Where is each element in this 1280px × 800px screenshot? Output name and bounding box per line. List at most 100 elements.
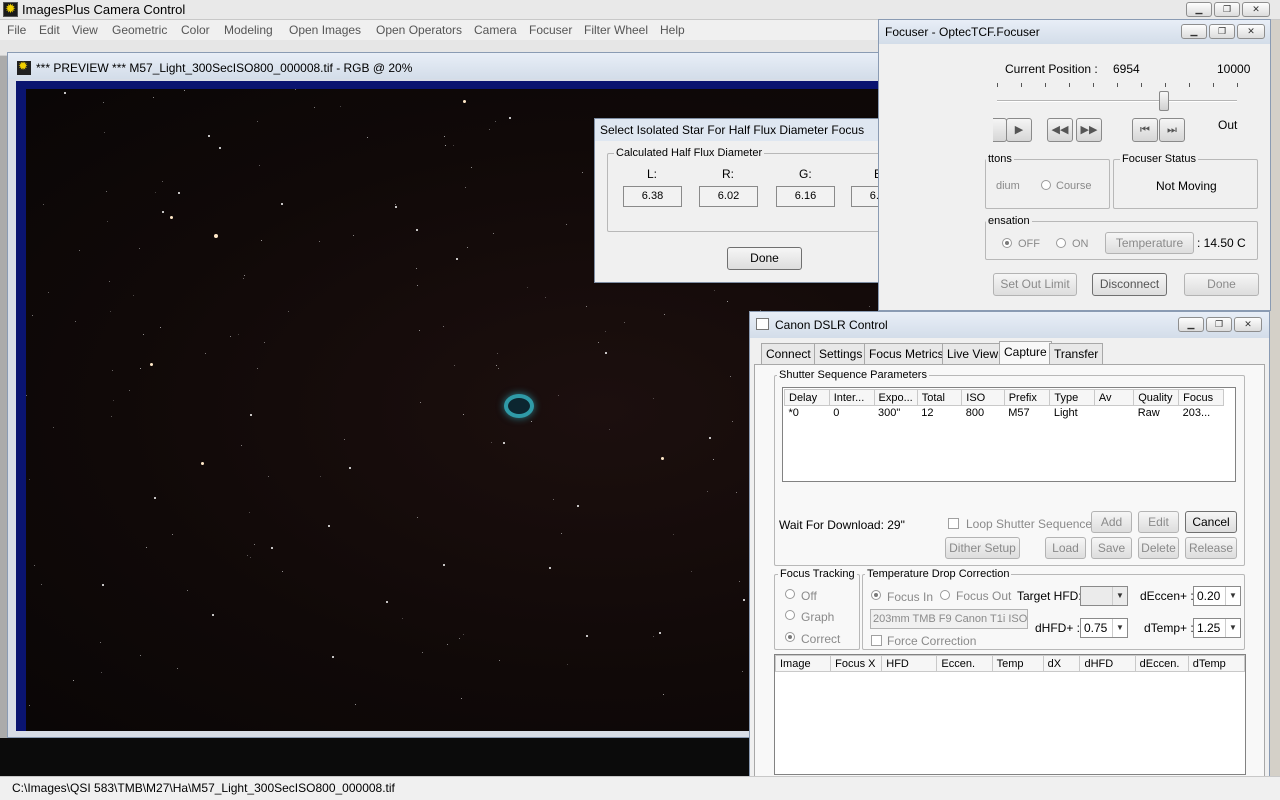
seq-column-header[interactable]: Av	[1093, 389, 1135, 406]
set-out-limit-button[interactable]: Set Out Limit	[993, 273, 1077, 296]
load-button[interactable]: Load	[1045, 537, 1086, 559]
menu-help[interactable]: Help	[660, 23, 685, 37]
maximize-icon[interactable]: ❐	[1206, 317, 1232, 332]
menu-focuser[interactable]: Focuser	[529, 23, 572, 37]
focuser-title-bar[interactable]: Focuser - OptecTCF.Focuser ▁ ❐ ✕	[879, 20, 1270, 44]
disconnect-button[interactable]: Disconnect	[1092, 273, 1167, 296]
metric-column-header[interactable]: dHFD	[1079, 655, 1136, 672]
seq-column-header[interactable]: Focus	[1178, 389, 1224, 406]
tab-capture[interactable]: Capture	[999, 341, 1052, 365]
deccen-select[interactable]: 0.20 ▼	[1193, 586, 1241, 606]
preview-title-bar[interactable]: *** PREVIEW *** M57_Light_300SecISO800_0…	[8, 53, 995, 79]
force-correction-label[interactable]: Force Correction	[887, 634, 976, 648]
metrics-table[interactable]: Image Focus X HFD Eccen. Temp dX dHFD dEccen. dT…	[774, 655, 1246, 672]
close-icon[interactable]: ✕	[1234, 317, 1262, 332]
radio-ft-off[interactable]	[785, 589, 795, 599]
seq-column-header[interactable]: Delay	[784, 389, 830, 406]
table-row[interactable]: *0 0 300" 12 800 M57 Light Raw 203...	[785, 406, 1224, 421]
metric-column-header[interactable]: Temp	[991, 655, 1044, 672]
force-correction-checkbox[interactable]	[871, 635, 882, 646]
radio-ft-correct[interactable]	[785, 632, 795, 642]
radio-course-label[interactable]: Course	[1056, 180, 1091, 192]
metric-column-header[interactable]: Image	[774, 655, 832, 672]
skip-forward-icon[interactable]: ⏭	[1159, 118, 1185, 142]
minimize-icon[interactable]: ▁	[1178, 317, 1204, 332]
rewind-icon[interactable]: ◀◀	[1047, 118, 1073, 142]
radio-comp-on[interactable]	[1056, 238, 1066, 248]
canon-title-bar[interactable]: Canon DSLR Control ▁ ❐ ✕	[750, 312, 1269, 338]
ring-nebula[interactable]	[504, 394, 534, 418]
seq-column-header[interactable]: ISO	[961, 389, 1005, 406]
metric-column-header[interactable]: dX	[1042, 655, 1081, 672]
close-icon[interactable]: ✕	[1237, 24, 1265, 39]
seq-column-header[interactable]: Expo...	[873, 389, 918, 406]
radio-focus-out[interactable]	[940, 590, 950, 600]
minimize-icon[interactable]: ▁	[1181, 24, 1207, 39]
menu-color[interactable]: Color	[181, 23, 210, 37]
metric-column-header[interactable]: Eccen.	[936, 655, 993, 672]
done-button[interactable]: Done	[727, 247, 802, 270]
profile-field[interactable]: 203mm TMB F9 Canon T1i ISO 4	[870, 609, 1028, 629]
dtemp-select[interactable]: 1.25 ▼	[1193, 618, 1241, 638]
maximize-icon[interactable]: ❐	[1209, 24, 1235, 39]
maximize-icon[interactable]: ❐	[1214, 2, 1240, 17]
step-right-icon[interactable]: ▶	[1006, 118, 1032, 142]
dhfd-select[interactable]: 0.75 ▼	[1080, 618, 1128, 638]
tab-focus-metrics[interactable]: Focus Metrics	[864, 343, 949, 364]
radio-ft-off-label[interactable]: Off	[801, 589, 817, 603]
metric-column-header[interactable]: dEccen.	[1134, 655, 1189, 672]
radio-ft-correct-label[interactable]: Correct	[801, 632, 840, 646]
seq-column-header[interactable]: Quality	[1133, 389, 1180, 406]
skip-back-icon[interactable]: ⏮	[1132, 118, 1158, 142]
menu-modeling[interactable]: Modeling	[224, 23, 273, 37]
close-icon[interactable]: ✕	[1242, 2, 1270, 17]
temperature-button[interactable]: Temperature	[1105, 232, 1194, 254]
radio-comp-off[interactable]	[1002, 238, 1012, 248]
radio-focus-in[interactable]	[871, 590, 881, 600]
focuser-done-button[interactable]: Done	[1184, 273, 1259, 296]
metric-column-header[interactable]: Focus X	[830, 655, 883, 672]
seq-column-header[interactable]: Total	[916, 389, 963, 406]
tab-settings[interactable]: Settings	[814, 343, 868, 364]
tab-live-view[interactable]: Live View	[942, 343, 1004, 364]
radio-comp-off-label[interactable]: OFF	[1018, 238, 1040, 250]
target-hfd-select[interactable]: ▼	[1080, 586, 1128, 606]
tab-connect[interactable]: Connect	[761, 343, 816, 364]
tab-transfer[interactable]: Transfer	[1049, 343, 1104, 364]
minimize-icon[interactable]: ▁	[1186, 2, 1212, 17]
radio-ft-graph-label[interactable]: Graph	[801, 610, 834, 624]
menu-edit[interactable]: Edit	[39, 23, 60, 37]
radio-focus-out-label[interactable]: Focus Out	[956, 589, 1011, 603]
menu-file[interactable]: File	[7, 23, 26, 37]
radio-focus-in-label[interactable]: Focus In	[887, 590, 933, 604]
menu-open-operators[interactable]: Open Operators	[376, 23, 462, 37]
menu-camera[interactable]: Camera	[474, 23, 517, 37]
menu-geometric[interactable]: Geometric	[112, 23, 167, 37]
fast-forward-icon[interactable]: ▶▶	[1076, 118, 1102, 142]
seq-column-header[interactable]: Inter...	[828, 389, 875, 406]
radio-medium-label[interactable]: dium	[996, 180, 1020, 192]
save-button[interactable]: Save	[1091, 537, 1132, 559]
cancel-button[interactable]: Cancel	[1185, 511, 1237, 533]
sequence-table[interactable]: Delay Inter... Expo... Total ISO Prefix Type Av…	[784, 389, 1224, 420]
release-button[interactable]: Release	[1185, 537, 1237, 559]
metric-column-header[interactable]: HFD	[881, 655, 938, 672]
loop-sequence-label[interactable]: Loop Shutter Sequence	[966, 517, 1092, 531]
dither-setup-button[interactable]: Dither Setup	[945, 537, 1020, 559]
menu-filter-wheel[interactable]: Filter Wheel	[584, 23, 648, 37]
slider-thumb[interactable]	[1158, 91, 1169, 111]
radio-course[interactable]	[1041, 180, 1051, 190]
menu-open-images[interactable]: Open Images	[289, 23, 361, 37]
delete-button[interactable]: Delete	[1138, 537, 1179, 559]
menu-view[interactable]: View	[72, 23, 98, 37]
metric-column-header[interactable]: dTemp	[1187, 655, 1246, 672]
step-left-icon[interactable]	[993, 118, 1007, 142]
add-button[interactable]: Add	[1091, 511, 1132, 533]
position-slider[interactable]	[997, 83, 1238, 113]
loop-sequence-checkbox[interactable]	[948, 518, 959, 529]
radio-comp-on-label[interactable]: ON	[1072, 238, 1089, 250]
radio-ft-graph[interactable]	[785, 610, 795, 620]
seq-column-header[interactable]: Type	[1049, 389, 1095, 406]
seq-column-header[interactable]: Prefix	[1003, 389, 1051, 406]
edit-button[interactable]: Edit	[1138, 511, 1179, 533]
